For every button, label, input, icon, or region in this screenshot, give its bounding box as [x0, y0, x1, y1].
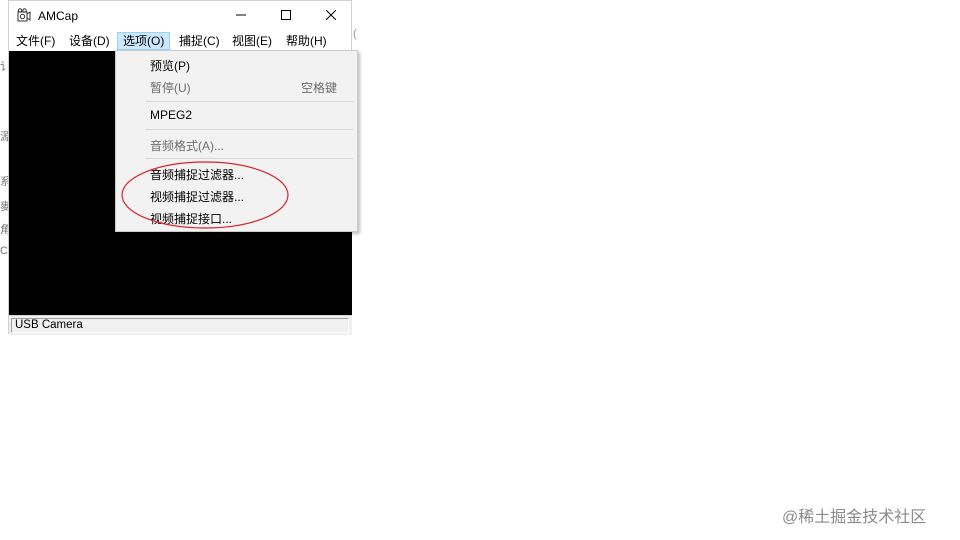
status-bar: USB Camera [9, 315, 352, 335]
title-bar[interactable]: AMCap [9, 1, 351, 31]
window-title: AMCap [38, 9, 79, 23]
menu-item-mpeg2[interactable]: MPEG2 [150, 108, 192, 122]
menu-options[interactable]: 选项(O) [117, 32, 171, 50]
background-text-fragment: 系 [0, 176, 8, 188]
close-button[interactable] [308, 1, 353, 31]
background-text-fragment: 角 [0, 224, 8, 236]
menu-separator [146, 101, 353, 102]
minimize-icon [235, 9, 246, 23]
background-text-fragment: 麥 [0, 201, 8, 213]
menu-item-preview[interactable]: 预览(P) [150, 57, 190, 74]
red-annotation-ellipse [121, 161, 289, 229]
watermark-text: @稀土掘金技术社区 [782, 509, 927, 526]
menu-item-pause: 暂停(U) [150, 81, 191, 95]
camera-app-icon [17, 8, 31, 22]
menu-separator [146, 129, 353, 130]
status-device-name: USB Camera [11, 318, 349, 333]
background-text-fragment: 源 [0, 131, 8, 143]
minimize-button[interactable] [218, 1, 263, 31]
background-text-fragment: C [0, 245, 8, 257]
menu-item-audio-format: 音频格式(A)... [150, 139, 224, 153]
background-text-fragment: ( [353, 28, 357, 40]
maximize-button[interactable] [263, 1, 308, 31]
menu-file[interactable]: 文件(F) [11, 32, 60, 50]
menu-capture[interactable]: 捕捉(C) [174, 32, 225, 50]
menu-view[interactable]: 视图(E) [227, 32, 277, 50]
pause-shortcut-label: 空格键 [300, 81, 337, 95]
background-text-fragment: 讠 [0, 61, 8, 73]
menu-help[interactable]: 帮助(H) [281, 32, 332, 50]
close-icon [325, 9, 336, 23]
maximize-icon [280, 9, 291, 23]
menu-separator [146, 158, 353, 159]
menu-device[interactable]: 设备(D) [64, 32, 115, 50]
menu-bar: 文件(F) 设备(D) 选项(O) 捕捉(C) 视图(E) 帮助(H) [9, 31, 351, 51]
